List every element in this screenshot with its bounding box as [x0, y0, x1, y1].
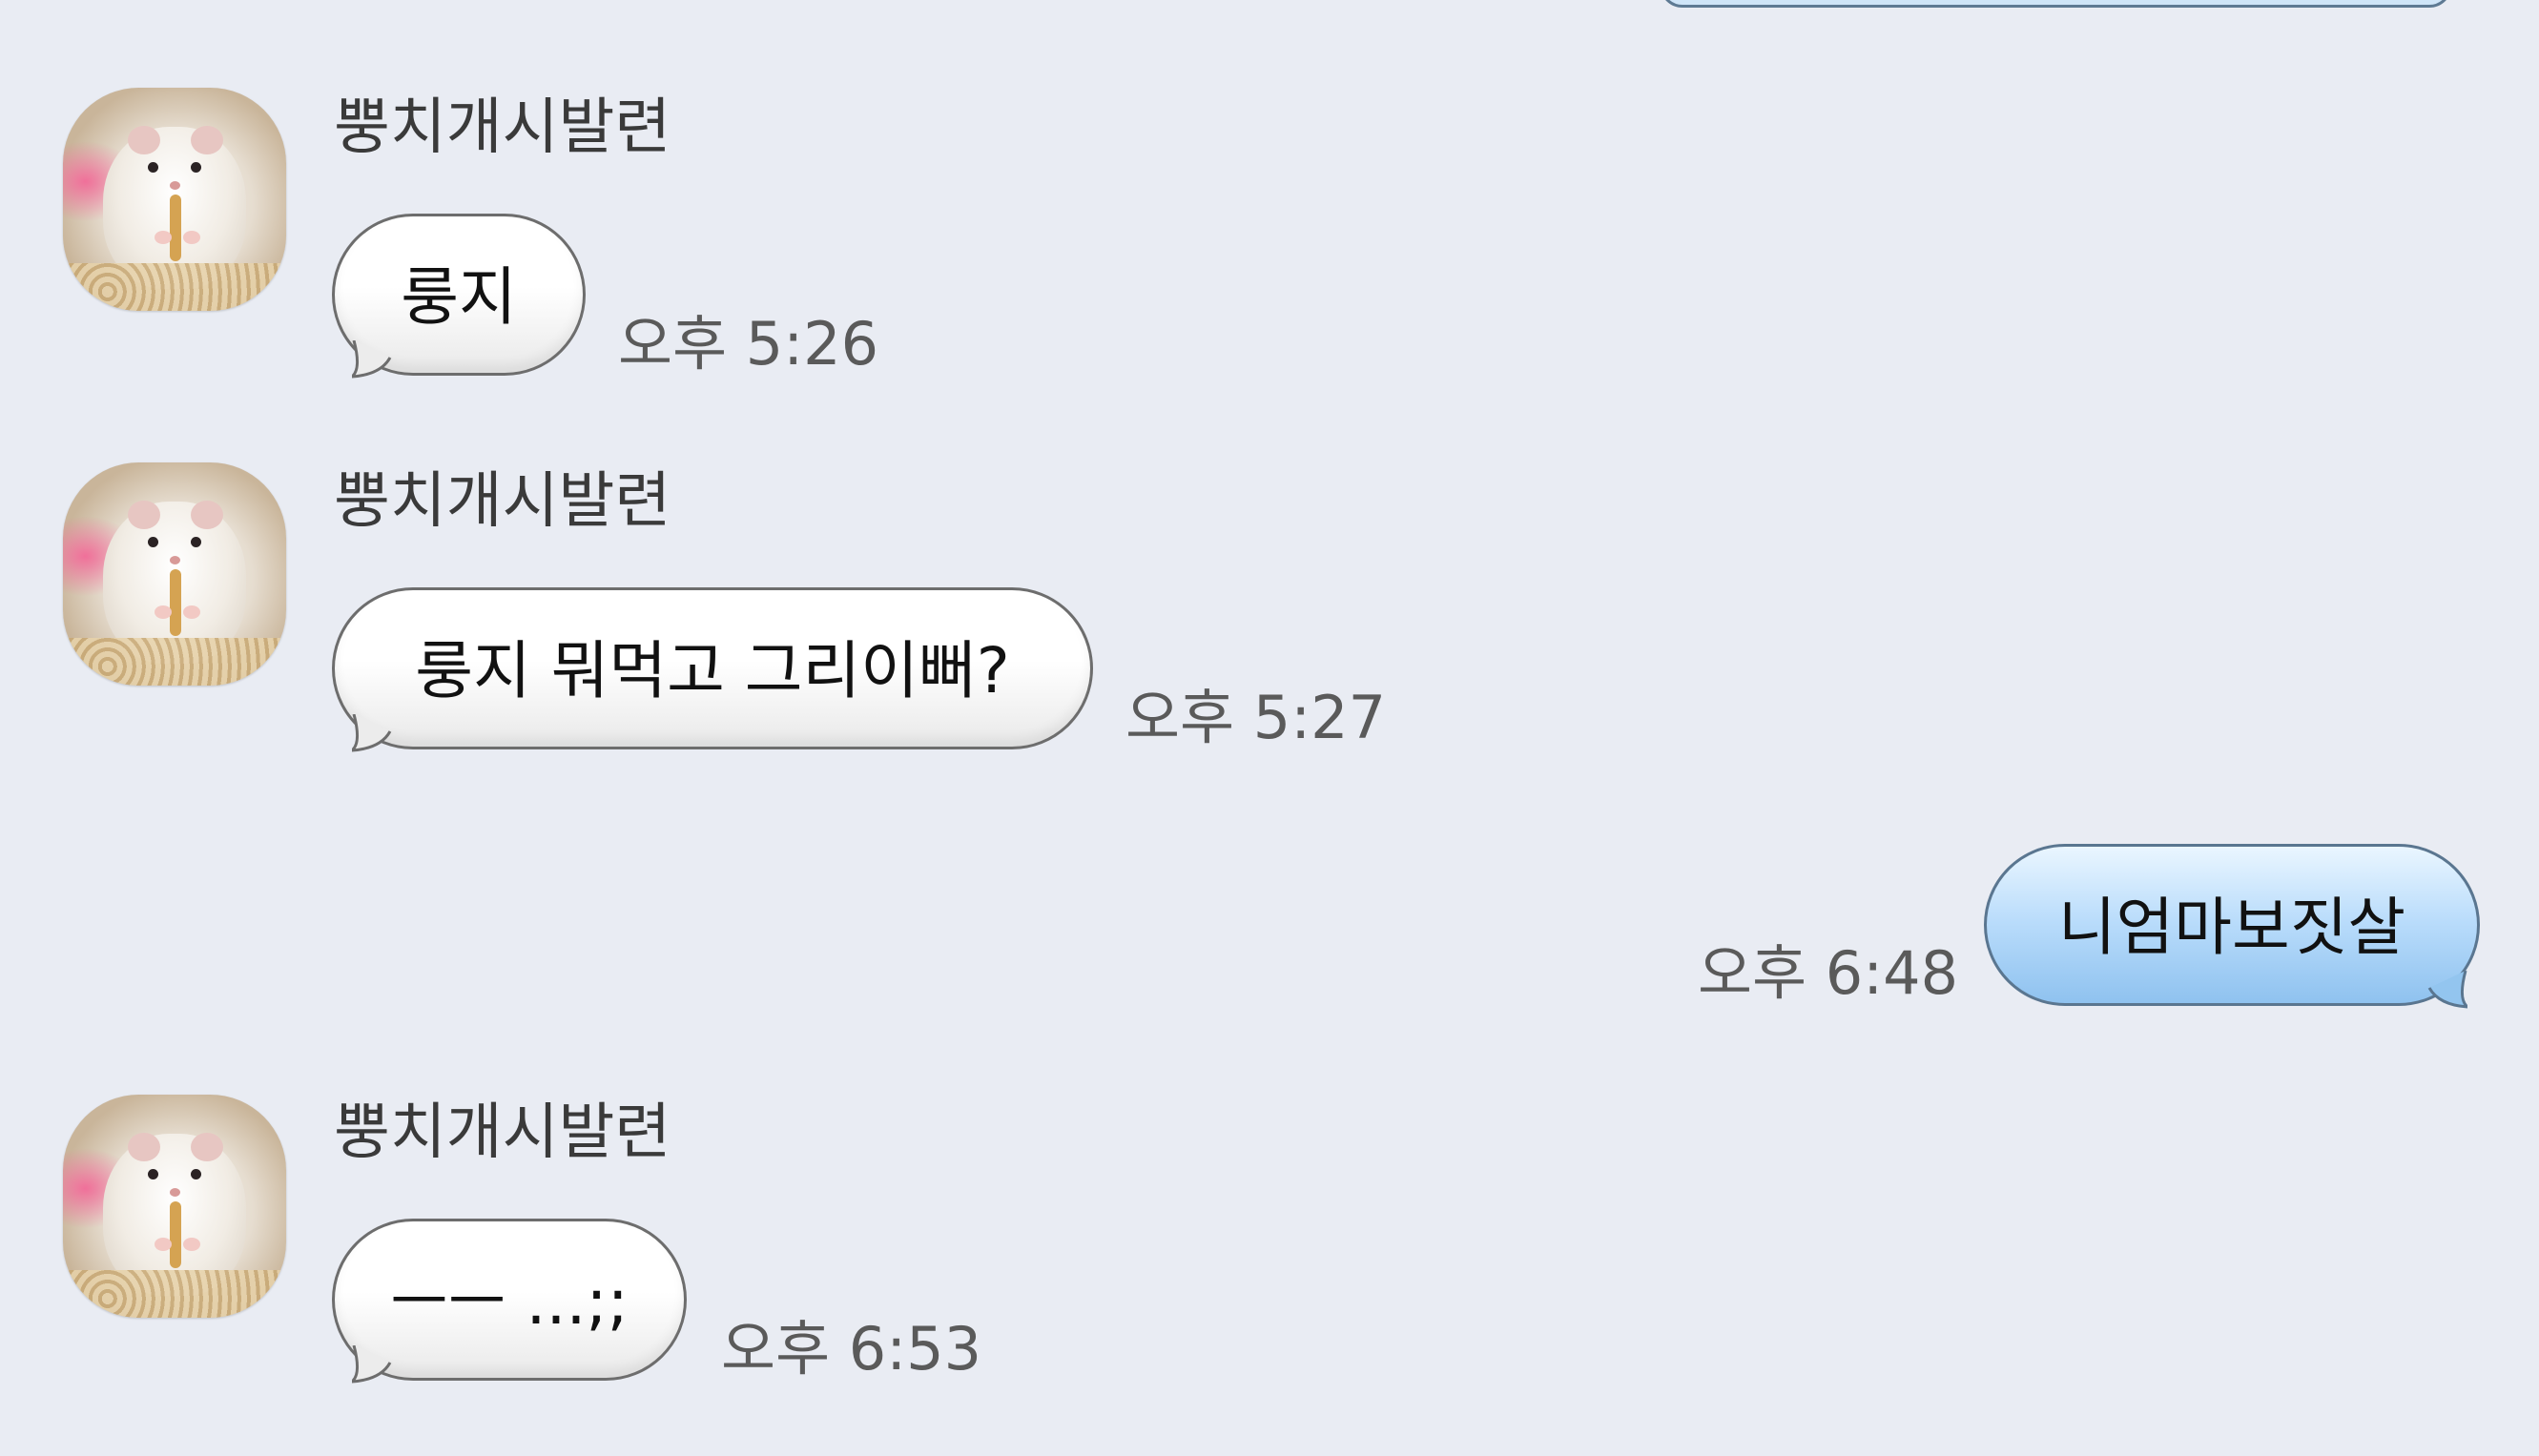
sender-avatar[interactable]	[63, 1095, 286, 1318]
message-bubble[interactable]: ㅡㅡ ...;;	[332, 1219, 687, 1384]
message-text: 니엄마보짓살	[2057, 891, 2406, 964]
bubble-tail	[2427, 971, 2467, 1009]
bubble-tail	[352, 714, 392, 752]
chat-screen: 뿡치개시발련 룽지 오후 5:26 뿡치개시발련 룽지 뭐먹고 그리이뻐? 오후…	[0, 0, 2539, 1456]
message-bubble[interactable]: 룽지	[332, 214, 586, 379]
sender-name: 뿡치개시발련	[334, 466, 671, 537]
bubble-tail	[352, 1345, 392, 1384]
message-text: 룽지	[401, 260, 517, 334]
message-time: 오후 6:53	[721, 1314, 982, 1384]
sender-avatar[interactable]	[63, 88, 286, 311]
message-text: 룽지 뭐먹고 그리이뻐?	[415, 634, 1010, 707]
sender-name: 뿡치개시발련	[334, 1097, 671, 1168]
message-bubble[interactable]: 룽지 뭐먹고 그리이뻐?	[332, 587, 1093, 752]
sender-avatar[interactable]	[63, 462, 286, 686]
message-time: 오후 6:48	[1698, 938, 1959, 1008]
message-bubble[interactable]: 니엄마보짓살	[1984, 844, 2480, 1009]
previous-message-bubble[interactable]	[1660, 0, 2452, 8]
message-time: 오후 5:27	[1125, 683, 1387, 752]
message-time: 오후 5:26	[618, 309, 879, 379]
sender-name: 뿡치개시발련	[334, 92, 671, 163]
bubble-tail	[352, 340, 392, 379]
message-text: ㅡㅡ ...;;	[390, 1265, 629, 1339]
